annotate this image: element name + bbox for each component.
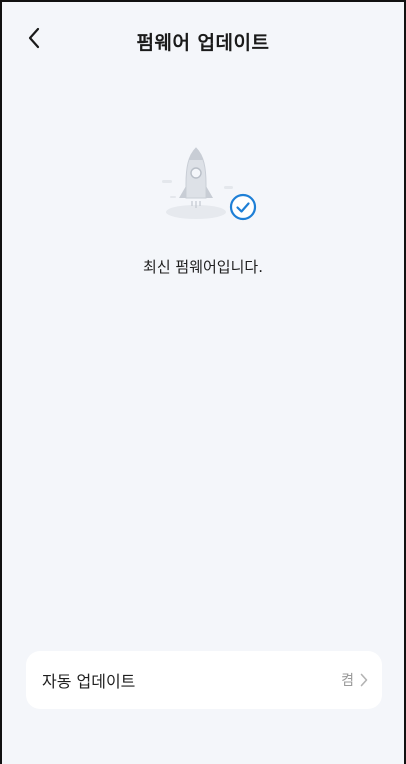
check-circle-icon (229, 193, 257, 221)
auto-update-setting[interactable]: 자동 업데이트 켬 (26, 651, 382, 709)
header: 펌웨어 업데이트 (2, 2, 404, 82)
status-illustration (2, 140, 404, 230)
firmware-status-text: 최신 펌웨어입니다. (143, 258, 263, 276)
page-title: 펌웨어 업데이트 (136, 32, 270, 54)
chevron-right-icon (360, 673, 368, 687)
firmware-update-screen: 펌웨어 업데이트 최신 펌웨어입니다. 자동 업데이트 켬 (0, 0, 406, 764)
auto-update-value-group: 켬 (341, 670, 368, 690)
auto-update-value: 켬 (341, 673, 354, 689)
auto-update-label: 자동 업데이트 (42, 672, 136, 691)
